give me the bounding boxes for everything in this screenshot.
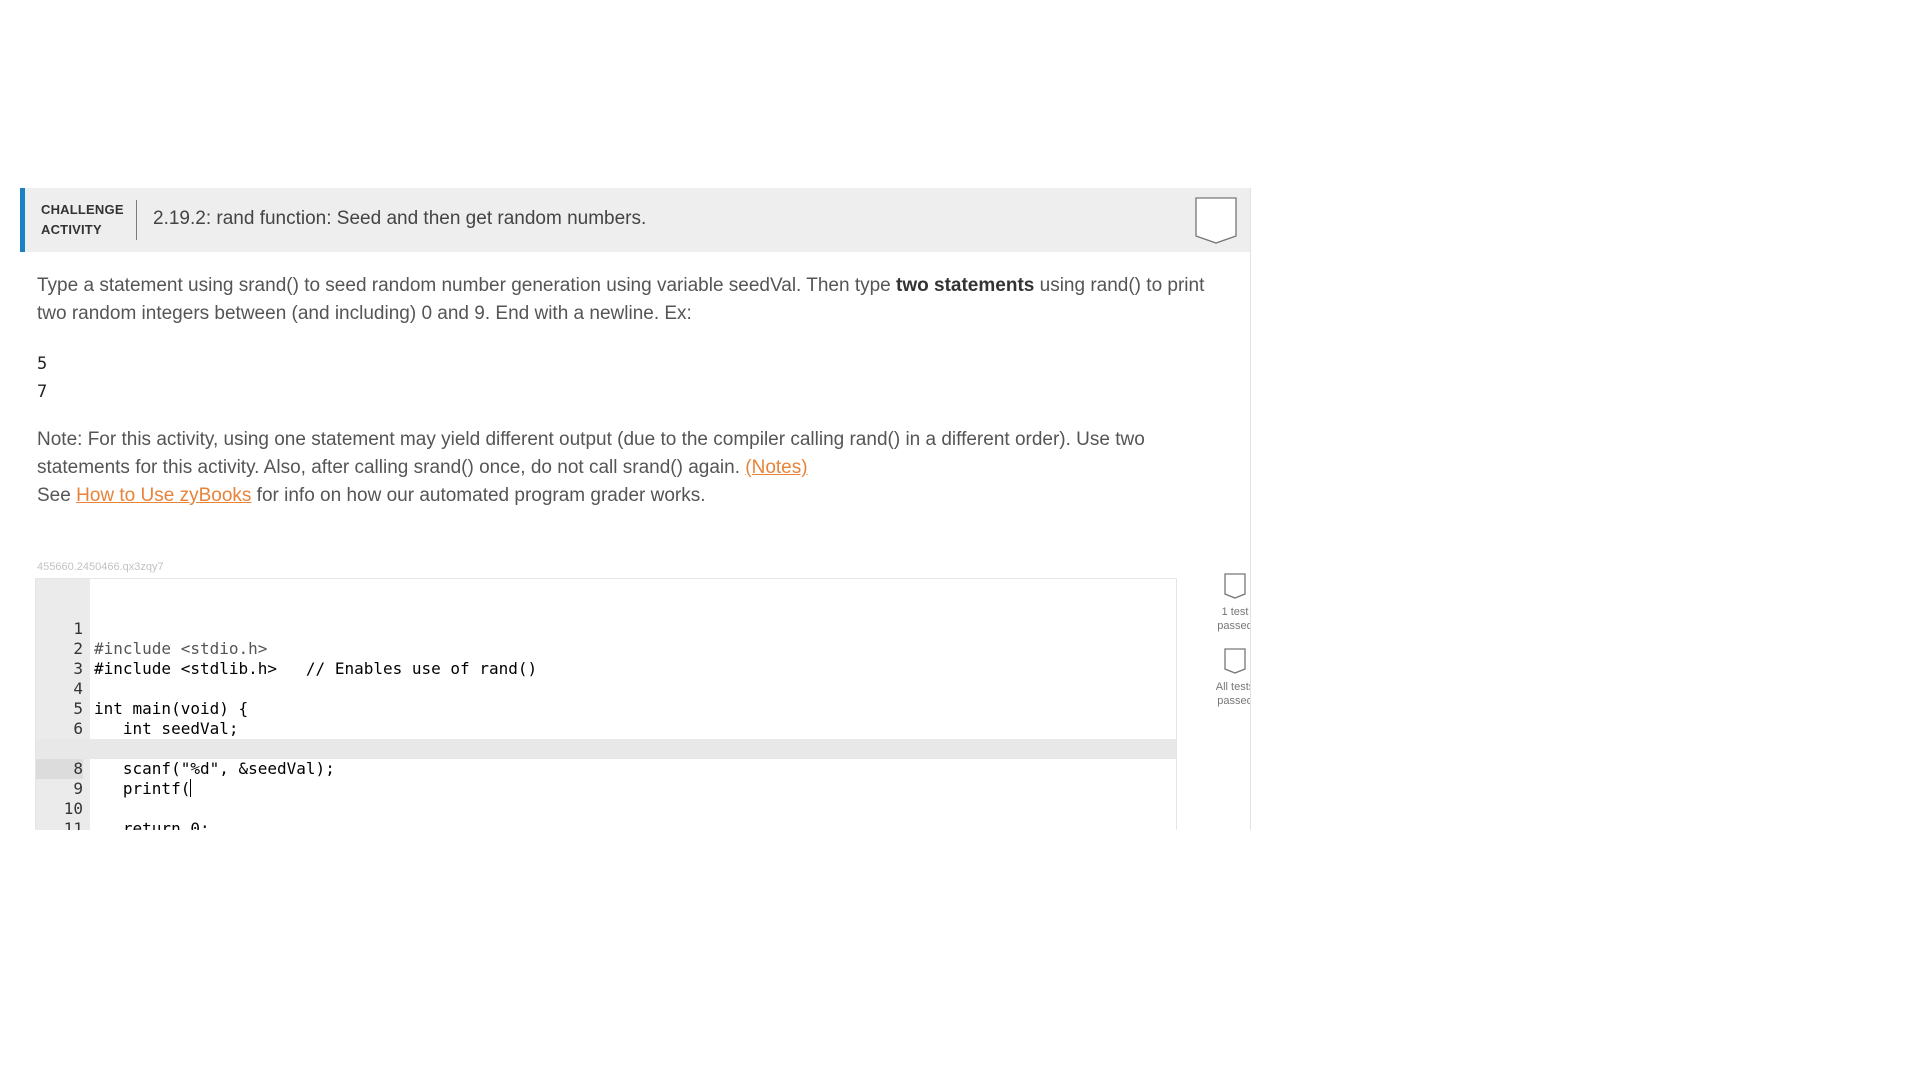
instructions-text-a: Type a statement using srand() to seed r… xyxy=(37,275,897,296)
note-paragraph: Note: For this activity, using one state… xyxy=(37,426,1207,482)
instructions-bold: two statements xyxy=(896,275,1035,296)
example-line: 5 xyxy=(37,354,48,374)
line-number: 11 xyxy=(63,819,83,830)
see-text-b: for info on how our automated program gr… xyxy=(251,485,706,506)
header-accent-bar xyxy=(20,188,25,252)
test-status-box-icon xyxy=(1224,648,1246,674)
status-label: 1 test xyxy=(1221,606,1249,618)
code-line[interactable]: 11 } xyxy=(36,799,1176,830)
status-label: passed xyxy=(1217,695,1251,707)
code-line[interactable]: 4 int main(void) { xyxy=(36,659,1176,718)
code-line[interactable]: 10 return 0; xyxy=(36,779,1176,830)
instructions-paragraph: Type a statement using srand() to seed r… xyxy=(37,272,1207,328)
code-line[interactable]: 7 scanf("%d", &seedVal); xyxy=(36,719,1176,778)
test-status-all: All tests passed xyxy=(1200,648,1251,708)
header-divider xyxy=(136,200,137,240)
code-line-active[interactable]: 8 printf( xyxy=(36,739,1176,798)
how-to-use-zybooks-link[interactable]: How to Use zyBooks xyxy=(76,485,251,506)
completion-bookmark-icon xyxy=(1195,197,1237,244)
code-line[interactable]: 6 xyxy=(36,699,1176,738)
code-line[interactable]: 9 xyxy=(36,759,1176,798)
activity-type-line2: ACTIVITY xyxy=(41,222,102,237)
activity-id: 455660.2450466.qx3zqy7 xyxy=(37,561,164,573)
code-line[interactable]: 2 #include <stdlib.h> // Enables use of … xyxy=(36,619,1176,678)
activity-title: 2.19.2: rand function: Seed and then get… xyxy=(153,208,647,229)
test-status-box-icon xyxy=(1224,573,1246,599)
status-label: All tests xyxy=(1215,681,1251,693)
example-line: 7 xyxy=(37,382,48,402)
code-line[interactable]: 5 int seedVal; xyxy=(36,679,1176,738)
code-editor[interactable]: 1 #include <stdio.h> 2 #include <stdlib.… xyxy=(35,578,1177,830)
example-output: 5 7 xyxy=(37,350,47,406)
code-line[interactable]: 1 #include <stdio.h> xyxy=(36,599,1176,658)
status-label: passed xyxy=(1217,620,1251,632)
see-text-a: See xyxy=(37,485,77,506)
activity-header: CHALLENGE ACTIVITY 2.19.2: rand function… xyxy=(20,188,1250,252)
notes-link[interactable]: (Notes) xyxy=(745,457,807,478)
activity-type-label: CHALLENGE ACTIVITY xyxy=(41,200,141,240)
see-paragraph: See How to Use zyBooks for info on how o… xyxy=(37,482,1207,510)
test-status-first: 1 test passed xyxy=(1200,573,1251,633)
note-text: Note: For this activity, using one state… xyxy=(37,429,1145,478)
activity-type-line1: CHALLENGE xyxy=(41,202,124,217)
code-line[interactable]: 3 xyxy=(36,639,1176,678)
challenge-activity: CHALLENGE ACTIVITY 2.19.2: rand function… xyxy=(20,188,1251,830)
code-text: return 0; xyxy=(94,819,210,830)
